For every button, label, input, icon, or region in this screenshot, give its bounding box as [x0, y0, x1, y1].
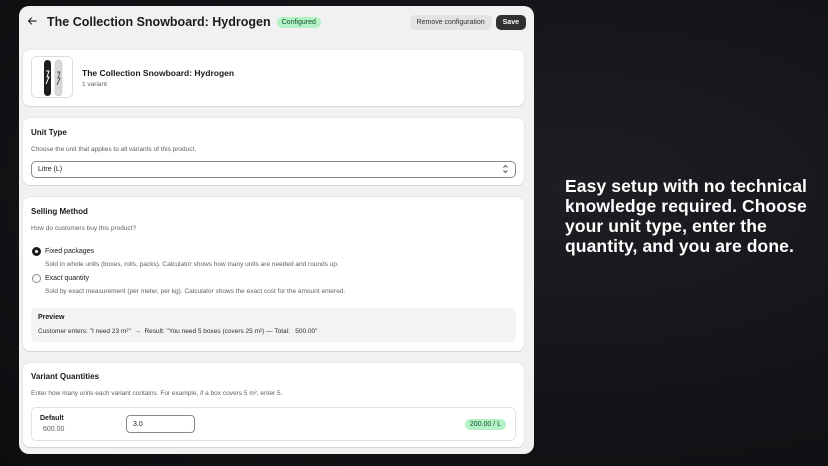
select-arrows-icon — [502, 163, 509, 177]
selling-method-card: Selling Method How do customers buy this… — [23, 197, 524, 351]
preview-heading: Preview — [38, 314, 65, 321]
preview-text: Customer enters: "I need 23 m²" → Result… — [38, 328, 318, 335]
exact-quantity-radio[interactable] — [32, 274, 41, 283]
unit-type-select[interactable]: Litre (L) — [31, 161, 516, 178]
fixed-packages-description: Sold in whole units (boxes, rolls, packs… — [45, 261, 339, 268]
variant-quantities-heading: Variant Quantities — [31, 372, 100, 381]
promo-text: Easy setup with no technical knowledge r… — [565, 176, 808, 256]
variant-name: Default — [40, 415, 64, 422]
unit-type-heading: Unit Type — [31, 128, 67, 137]
unit-type-card: Unit Type Choose the unit that applies t… — [23, 118, 524, 185]
fixed-packages-radio[interactable] — [32, 247, 41, 256]
product-card: The Collection Snowboard: Hydrogen 1 var… — [23, 50, 524, 106]
preview-box: Preview Customer enters: "I need 23 m²" … — [31, 308, 516, 342]
arrow-left-icon[interactable] — [27, 15, 41, 29]
unit-type-value: Litre (L) — [38, 166, 63, 173]
exact-quantity-description: Sold by exact measurement (per meter, pe… — [45, 288, 346, 295]
selling-method-heading: Selling Method — [31, 207, 88, 216]
product-thumbnail — [31, 56, 73, 98]
product-title: The Collection Snowboard: Hydrogen — [82, 68, 235, 78]
page-header: The Collection Snowboard: Hydrogen Confi… — [19, 6, 534, 38]
status-badge: Configured — [276, 16, 321, 28]
variant-price: 600.00 — [43, 426, 65, 433]
product-variant-count: 1 variant — [82, 81, 107, 88]
selling-method-help: How do customers buy this product? — [31, 225, 137, 232]
variant-quantity-input[interactable] — [126, 415, 195, 433]
table-row: Default 600.00 200.00 / L — [31, 407, 516, 441]
unit-type-help: Choose the unit that applies to all vari… — [31, 146, 197, 153]
fixed-packages-label[interactable]: Fixed packages — [45, 248, 94, 255]
remove-configuration-button[interactable]: Remove configuration — [409, 14, 492, 30]
exact-quantity-label[interactable]: Exact quantity — [45, 275, 89, 282]
save-button[interactable]: Save — [495, 14, 526, 30]
app-window: The Collection Snowboard: Hydrogen Confi… — [19, 6, 534, 454]
variant-quantities-card: Variant Quantities Enter how many units … — [23, 363, 524, 447]
variant-quantities-help: Enter how many units each variant contai… — [31, 390, 283, 397]
page-title: The Collection Snowboard: Hydrogen — [47, 15, 271, 29]
unit-price-badge: 200.00 / L — [464, 419, 506, 430]
